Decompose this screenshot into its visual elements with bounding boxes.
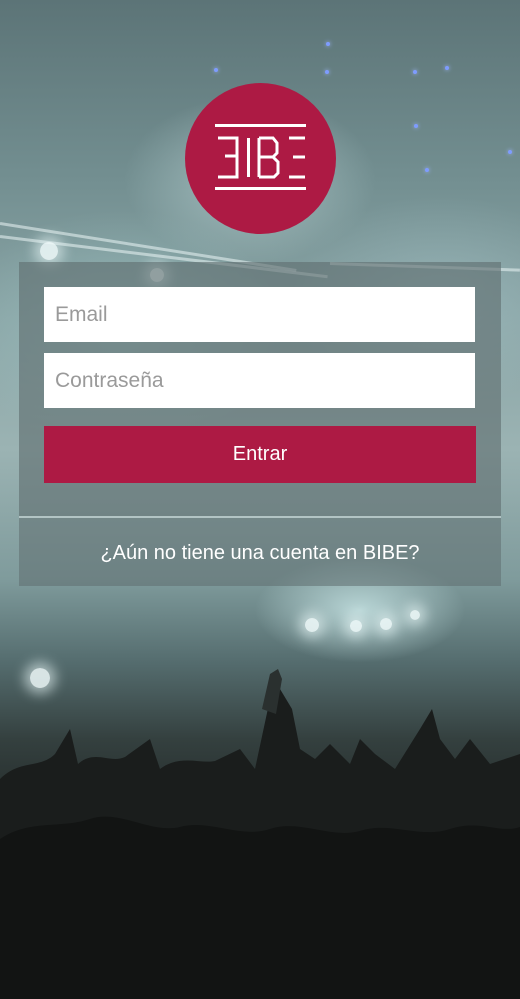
spotlight (410, 610, 420, 620)
password-input[interactable] (44, 353, 475, 408)
bibe-logo-icon (185, 83, 336, 234)
stage-light (425, 168, 429, 172)
stage-light (413, 70, 417, 74)
stage-light (214, 68, 218, 72)
spotlight (350, 620, 362, 632)
email-input[interactable] (44, 287, 475, 342)
stage-light (414, 124, 418, 128)
login-button[interactable]: Entrar (44, 426, 476, 483)
stage-light (445, 66, 449, 70)
spotlight (305, 618, 319, 632)
spotlight (380, 618, 392, 630)
login-screen: Entrar ¿Aún no tiene una cuenta en BIBE? (0, 0, 520, 999)
bibe-logo-mark (215, 124, 306, 190)
signup-link[interactable]: ¿Aún no tiene una cuenta en BIBE? (19, 518, 501, 586)
stage-light (508, 150, 512, 154)
stage-light (326, 42, 330, 46)
stage-light (325, 70, 329, 74)
spotlight (40, 242, 58, 260)
crowd-silhouette (0, 669, 520, 999)
